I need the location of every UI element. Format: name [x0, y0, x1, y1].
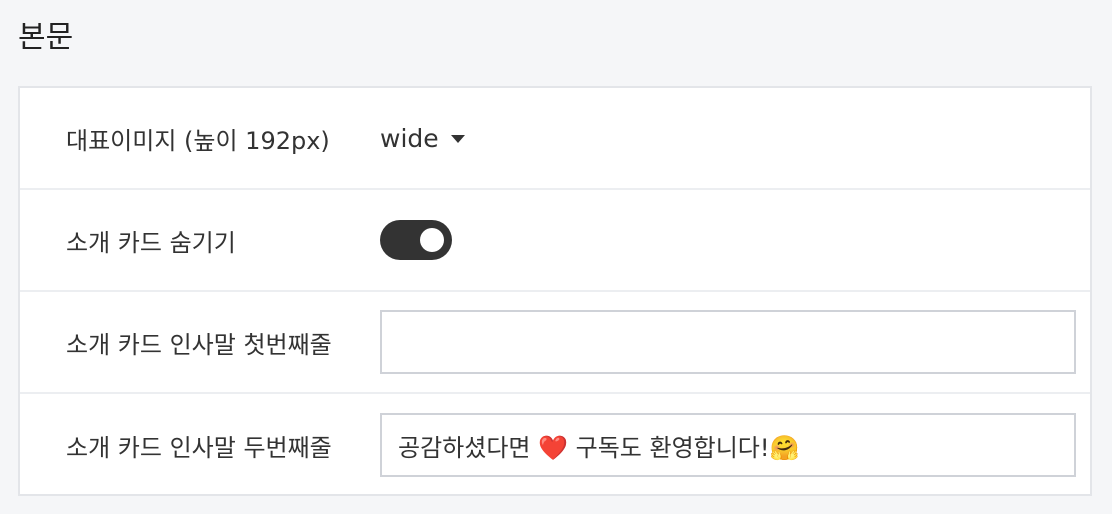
hide-intro-card-label: 소개 카드 숨기기: [66, 228, 236, 257]
greeting-line-1-label: 소개 카드 인사말 첫번째줄: [66, 330, 332, 359]
cover-image-select[interactable]: wide: [380, 124, 465, 153]
settings-panel: 대표이미지 (높이 192px) wide 소개 카드 숨기기 소개 카드 인사…: [18, 86, 1092, 496]
hide-intro-card-toggle[interactable]: [380, 220, 452, 260]
cover-image-select-value: wide: [380, 123, 439, 153]
greeting-line-1-input[interactable]: [380, 310, 1076, 374]
greeting-line-2-input[interactable]: [380, 413, 1076, 477]
setting-row-greeting-line-1: 소개 카드 인사말 첫번째줄: [20, 292, 1090, 394]
setting-row-cover-image: 대표이미지 (높이 192px) wide: [20, 88, 1090, 190]
cover-image-label: 대표이미지 (높이 192px): [66, 126, 330, 155]
setting-row-greeting-line-2: 소개 카드 인사말 두번째줄: [20, 394, 1090, 496]
caret-down-icon: [450, 135, 465, 143]
section-title: 본문: [18, 20, 74, 55]
greeting-line-2-label: 소개 카드 인사말 두번째줄: [66, 433, 332, 462]
setting-row-hide-intro-card: 소개 카드 숨기기: [20, 190, 1090, 292]
toggle-knob: [420, 228, 444, 252]
